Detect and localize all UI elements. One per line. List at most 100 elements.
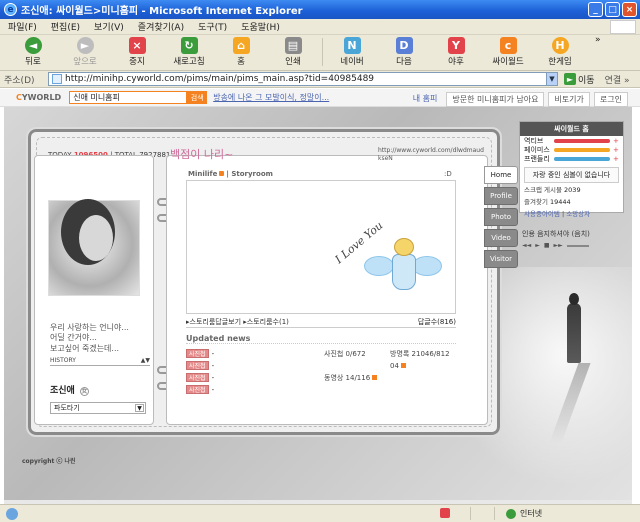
home-icon: ⌂: [232, 37, 250, 54]
bitogi-dropdown[interactable]: 비토기가: [548, 92, 590, 107]
popup-blocked-icon[interactable]: [440, 508, 450, 518]
guestbook-stat[interactable]: 방명록 21046/812 04: [390, 348, 450, 372]
menu-help[interactable]: 도움말(H): [241, 20, 280, 33]
update-item[interactable]: 사진첩 -: [186, 360, 214, 371]
cyworld-label: 싸이월드: [492, 57, 524, 67]
links-button[interactable]: 연결 »: [605, 73, 630, 86]
status-divider: [470, 507, 471, 520]
toolbar-overflow-button[interactable]: »: [595, 35, 601, 45]
plus-icon[interactable]: +: [613, 137, 619, 145]
update-item[interactable]: 사진첩 -: [186, 372, 214, 383]
storyroom-links: ▸스토리룸답글보기 ▸스토리룸수(1) 답글수(816): [186, 317, 456, 328]
cyworld-logo[interactable]: CYWORLD: [16, 93, 61, 102]
updated-news-title: Updated news: [186, 334, 456, 344]
forward-button[interactable]: ► 앞으로: [62, 35, 108, 67]
go-button[interactable]: ► 이동: [564, 73, 595, 86]
profile-photo[interactable]: [48, 200, 140, 296]
forward-icon[interactable]: ►►: [554, 242, 563, 249]
tab-profile[interactable]: Profile: [484, 187, 518, 205]
login-button[interactable]: 로그인: [593, 92, 628, 107]
wave-select[interactable]: 파도타기 ▼: [50, 402, 146, 414]
minilife-header: Minilife | Storyroom: [188, 170, 273, 178]
items-in-use-link[interactable]: 사용중아이템: [524, 210, 560, 218]
videos-stat-text: 동영상 14/116: [324, 374, 371, 382]
storyroom-count-link[interactable]: ▸스토리룸수(1): [243, 318, 289, 326]
tab-visitor[interactable]: Visitor: [484, 250, 518, 268]
comment-count[interactable]: 답글수(816): [418, 317, 456, 327]
refresh-icon: ↻: [180, 37, 198, 54]
favorites-label: 즐겨찾기: [524, 198, 548, 206]
window-titlebar[interactable]: e 조신애: 싸이월드>미니홈피 - Microsoft Internet Ex…: [0, 0, 640, 19]
my-homepage-link[interactable]: 내 홈피: [408, 92, 443, 107]
angel-wing-right: [412, 256, 442, 276]
address-input[interactable]: http://minihp.cyworld.com/pims/main/pims…: [48, 72, 558, 86]
ie-logo-icon: e: [4, 3, 17, 16]
menu-tools[interactable]: 도구(T): [198, 20, 227, 33]
address-dropdown-icon[interactable]: ▼: [546, 72, 558, 86]
history-toggle[interactable]: HISTORY ▲▼: [50, 355, 150, 366]
storyroom-reply-link[interactable]: ▸스토리룸답글보기: [186, 318, 241, 326]
wish-box-link[interactable]: 소망상자: [566, 210, 590, 218]
visited-homepage-link[interactable]: 방문한 미니홈피가 남아요: [446, 92, 545, 107]
back-button[interactable]: ◄ 뒤로: [10, 35, 56, 67]
print-button[interactable]: ▤ 인쇄: [270, 35, 316, 67]
profile-intro: 우리 사랑하는 언니야... 어딜 간거야... 보고싶어 죽겠는데...: [50, 323, 129, 353]
updated-news-list: 사진첩 - 사진첩 - 사진첩 - 사진첩 -: [186, 348, 214, 396]
close-button[interactable]: ×: [622, 2, 637, 17]
angel-minime-image: [364, 238, 444, 298]
plus-icon[interactable]: +: [613, 146, 619, 154]
status-bar: 인터넷: [0, 504, 640, 522]
menu-view[interactable]: 보기(V): [94, 20, 124, 33]
forward-label: 앞으로: [73, 57, 97, 67]
update-item[interactable]: 사진첩 -: [186, 384, 214, 395]
rewind-icon[interactable]: ◄◄: [522, 242, 531, 249]
cyworld-notice-link[interactable]: 방송에 나온 그 모발이식, 정말이...: [213, 92, 329, 103]
yahoo-button[interactable]: Y 야후: [433, 35, 479, 67]
daum-button[interactable]: D 다음: [381, 35, 427, 67]
update-text: -: [211, 361, 215, 370]
hangame-button[interactable]: H 한게임: [537, 35, 583, 67]
gender-icon: 女: [79, 387, 89, 396]
tab-home[interactable]: Home: [484, 166, 518, 184]
cyworld-home-title[interactable]: 싸이월드 홈: [520, 122, 623, 136]
wave-dropdown-icon: ▼: [135, 404, 144, 412]
history-label: HISTORY: [50, 356, 76, 364]
photos-stat[interactable]: 사진첩 0/672: [324, 348, 377, 360]
videos-stat[interactable]: 동영상 14/116: [324, 372, 378, 384]
minilife-emoticon: :D: [444, 170, 452, 178]
tab-video[interactable]: Video: [484, 229, 518, 247]
address-url: http://minihp.cyworld.com/pims/main/pims…: [65, 74, 375, 84]
play-icon[interactable]: ►: [535, 242, 540, 249]
minimize-button[interactable]: _: [588, 2, 603, 17]
plus-icon[interactable]: +: [613, 155, 619, 163]
cyworld-search-input[interactable]: 신애 미니홈피: [69, 91, 188, 104]
wave-label: 파도타기: [54, 404, 80, 412]
naver-button[interactable]: N 네이버: [329, 35, 375, 67]
menu-favorites[interactable]: 즐겨찾기(A): [138, 20, 184, 33]
stop-label: 중지: [129, 57, 145, 67]
refresh-label: 새로고침: [173, 57, 205, 67]
cyworld-home-box: 싸이월드 홈 역티브 + 페이미스 + 프랜들리 + 자랑 중인 심볼이 없습니…: [519, 121, 624, 218]
refresh-button[interactable]: ↻ 새로고침: [166, 35, 212, 67]
hangame-icon: H: [551, 37, 569, 54]
update-tag: 사진첩: [186, 373, 209, 382]
favorites-line: 즐겨찾기 19444: [520, 195, 623, 207]
naver-label: 네이버: [340, 57, 364, 67]
standing-figure-image: [567, 293, 581, 363]
menu-edit[interactable]: 편집(E): [51, 20, 80, 33]
update-text: -: [211, 385, 215, 394]
update-item[interactable]: 사진첩 -: [186, 348, 214, 359]
new-badge-icon: [401, 363, 407, 368]
cyworld-button[interactable]: c 싸이월드: [485, 35, 531, 67]
stat-bar-name: 프랜들리: [524, 154, 550, 163]
volume-slider[interactable]: [566, 244, 589, 247]
stat-bar: [554, 156, 610, 161]
stop-button[interactable]: × 중지: [114, 35, 160, 67]
homepage-url[interactable]: http://www.cyworld.com/dlwdmaud kseN: [378, 147, 484, 163]
menu-file[interactable]: 파일(F): [8, 20, 37, 33]
home-button[interactable]: ⌂ 홈: [218, 35, 264, 67]
tab-photo[interactable]: Photo: [484, 208, 518, 226]
cyworld-search-button[interactable]: 검색: [187, 91, 208, 104]
stop-icon[interactable]: ■: [544, 242, 550, 249]
maximize-button[interactable]: □: [605, 2, 620, 17]
